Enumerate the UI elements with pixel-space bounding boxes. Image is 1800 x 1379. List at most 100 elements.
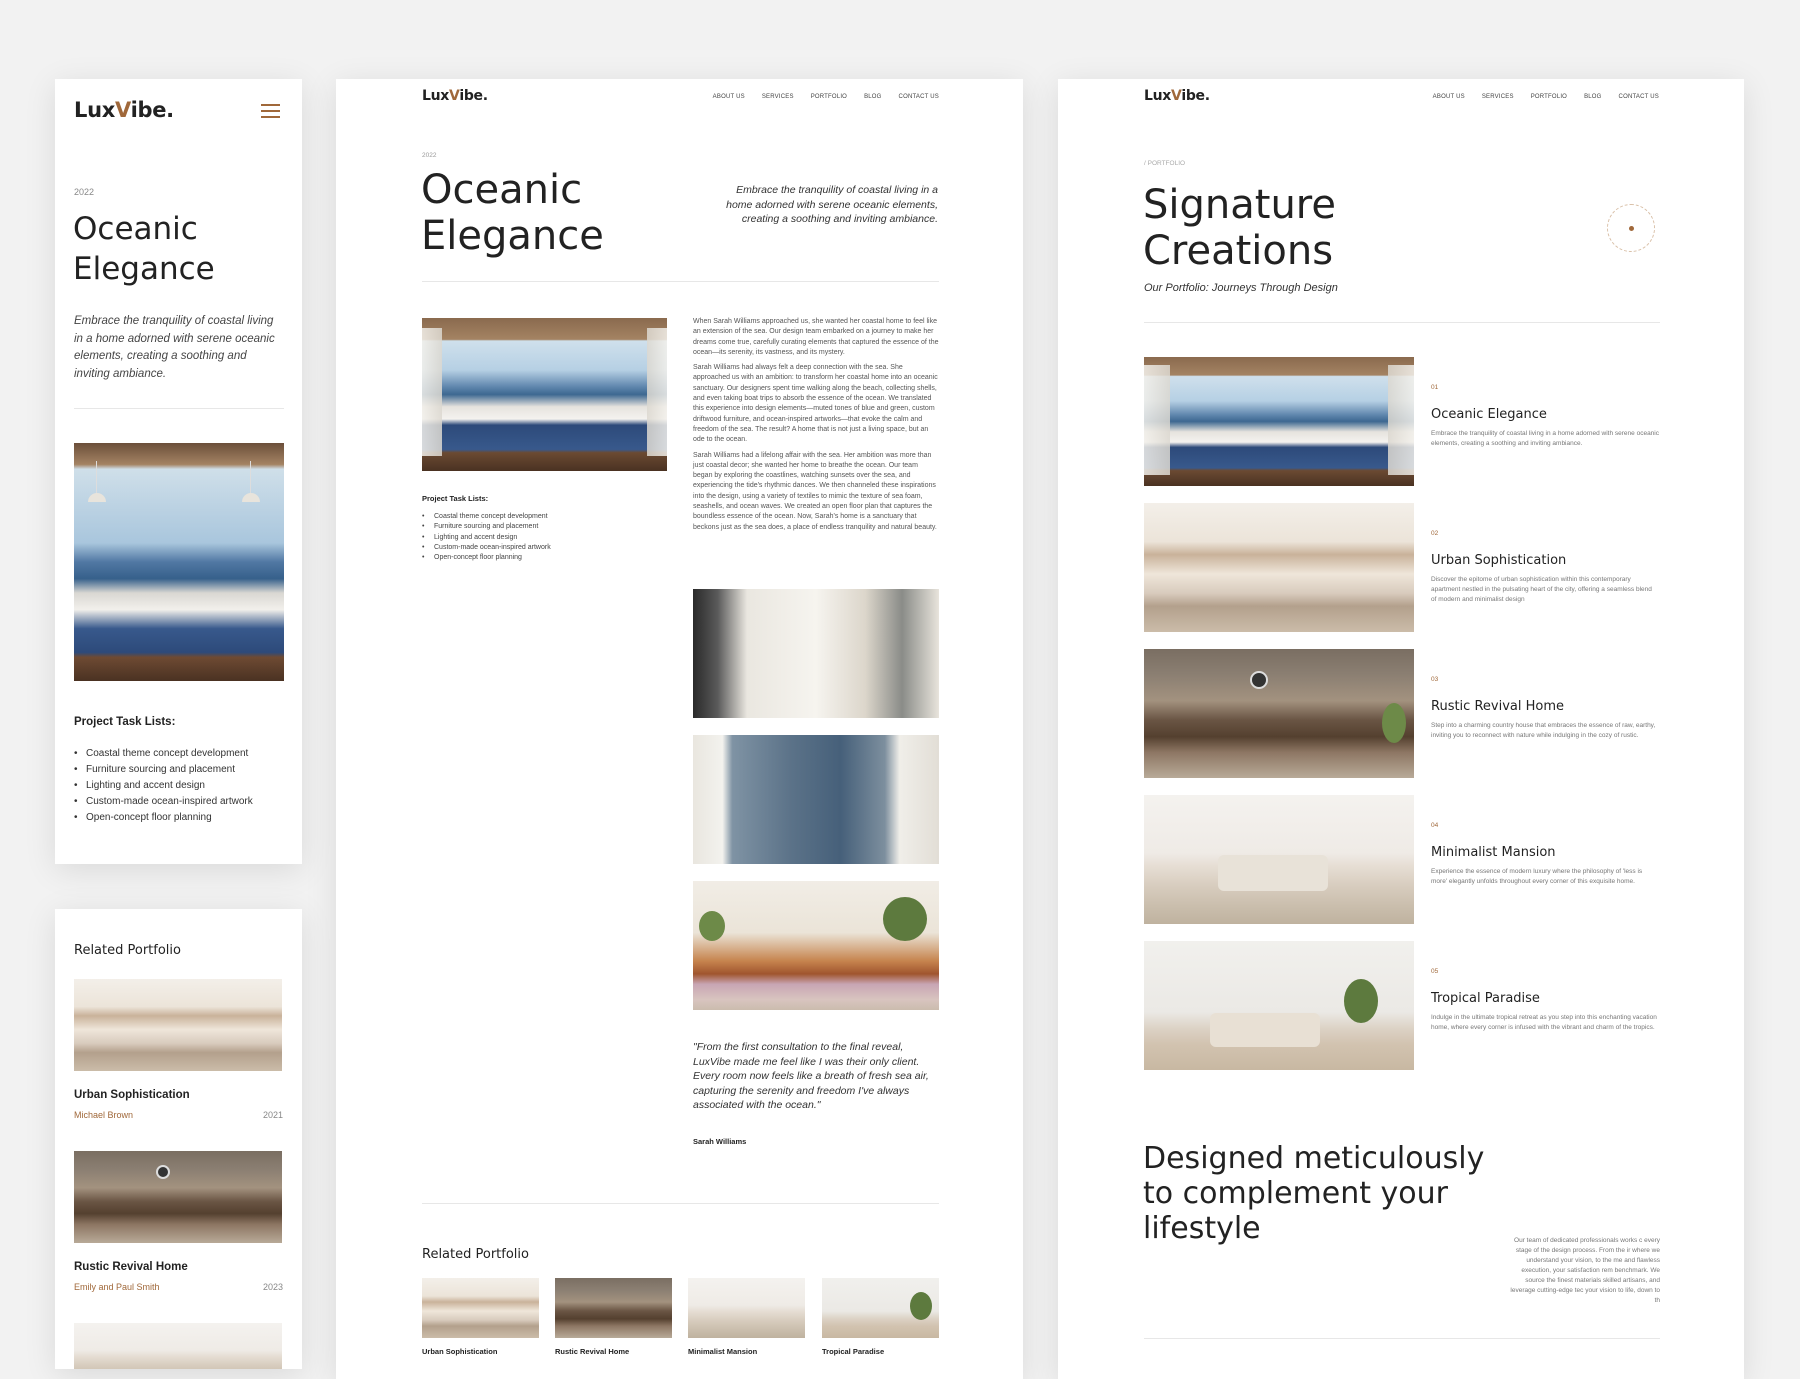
- divider: [422, 1203, 939, 1204]
- related-card-title[interactable]: Urban Sophistication: [74, 1089, 190, 1101]
- portfolio-item-number: 04: [1431, 822, 1439, 829]
- list-item: Furniture sourcing and placement: [74, 762, 253, 778]
- portfolio-item-number: 05: [1431, 968, 1439, 975]
- related-thumb[interactable]: [688, 1278, 805, 1338]
- top-nav: ABOUT US SERVICES PORTFOLIO BLOG CONTACT…: [696, 94, 939, 100]
- portfolio-item-desc: Discover the epitome of urban sophistica…: [1431, 576, 1652, 603]
- portfolio-item-desc: Embrace the tranquility of coastal livin…: [1431, 430, 1659, 447]
- tasks-heading: Project Task Lists:: [74, 716, 176, 728]
- related-card-year: 2023: [263, 1282, 284, 1292]
- portfolio-item-image[interactable]: [1144, 795, 1414, 924]
- portfolio-item-title[interactable]: Rustic Revival Home: [1431, 699, 1564, 714]
- page-title: Oceanic Elegance: [73, 211, 215, 287]
- list-item: Coastal theme concept development: [422, 512, 551, 523]
- project-intro: Embrace the tranquility of coastal livin…: [726, 184, 938, 225]
- related-card-image[interactable]: [74, 1323, 282, 1369]
- tasks-heading: Project Task Lists:: [422, 494, 489, 503]
- portfolio-item-image[interactable]: [1144, 357, 1414, 486]
- logo[interactable]: LuxVibe.: [74, 98, 174, 122]
- nav-portfolio[interactable]: PORTFOLIO: [1531, 94, 1567, 100]
- logo[interactable]: LuxVibe.: [1144, 88, 1210, 104]
- gallery-image-staircase: [693, 589, 939, 718]
- body-paragraph: Sarah Williams had a lifelong affair wit…: [693, 451, 937, 531]
- portfolio-item-image[interactable]: [1144, 649, 1414, 778]
- related-thumb[interactable]: [422, 1278, 539, 1338]
- project-year: 2022: [74, 187, 95, 197]
- list-item: Coastal theme concept development: [74, 746, 253, 762]
- project-hero-image: [422, 318, 667, 471]
- project-intro: Embrace the tranquility of coastal livin…: [74, 315, 275, 380]
- related-heading: Related Portfolio: [74, 943, 181, 958]
- related-thumb-title[interactable]: Rustic Revival Home: [555, 1347, 629, 1356]
- divider: [422, 281, 939, 282]
- related-card-author: Michael Brown: [74, 1110, 134, 1120]
- nav-about[interactable]: ABOUT US: [713, 94, 745, 100]
- gallery-image-balcony: [693, 735, 939, 864]
- breadcrumb[interactable]: / PORTFOLIO: [1144, 160, 1185, 167]
- divider: [74, 408, 284, 409]
- divider: [1144, 1338, 1660, 1339]
- related-card-year: 2021: [263, 1110, 284, 1120]
- portfolio-item-desc: Indulge in the ultimate tropical retreat…: [1431, 1014, 1657, 1031]
- portfolio-item-title[interactable]: Tropical Paradise: [1431, 991, 1540, 1006]
- mobile-project-panel: LuxVibe. 2022 Oceanic Elegance Embrace th…: [55, 79, 302, 864]
- task-list: Coastal theme concept development Furnit…: [422, 512, 551, 564]
- related-card-author: Emily and Paul Smith: [74, 1282, 160, 1292]
- cta-body: Our team of dedicated professionals work…: [1510, 1237, 1660, 1304]
- body-paragraph: When Sarah Williams approached us, she w…: [693, 318, 939, 356]
- cta-heading: Designed meticulously to complement your…: [1143, 1141, 1485, 1246]
- related-thumb[interactable]: [555, 1278, 672, 1338]
- portfolio-item-number: 01: [1431, 384, 1439, 391]
- portfolio-item-title[interactable]: Oceanic Elegance: [1431, 407, 1547, 422]
- nav-about[interactable]: ABOUT US: [1433, 94, 1465, 100]
- project-hero-image: [74, 443, 284, 681]
- hamburger-menu-icon[interactable]: [261, 104, 280, 118]
- task-list: Coastal theme concept development Furnit…: [74, 746, 253, 826]
- top-nav: ABOUT US SERVICES PORTFOLIO BLOG CONTACT…: [1416, 94, 1659, 100]
- client-quote: "From the first consultation to the fina…: [693, 1041, 929, 1112]
- related-card-title[interactable]: Rustic Revival Home: [74, 1261, 188, 1273]
- list-item: Open-concept floor planning: [74, 810, 253, 826]
- logo[interactable]: LuxVibe.: [422, 88, 488, 104]
- gallery-image-living-room: [693, 881, 939, 1010]
- mobile-related-panel: Related Portfolio Urban Sophistication M…: [55, 909, 302, 1369]
- list-item: Furniture sourcing and placement: [422, 522, 551, 533]
- design-badge-icon: [1607, 204, 1655, 252]
- project-body: When Sarah Williams approached us, she w…: [693, 317, 939, 533]
- portfolio-item-title[interactable]: Urban Sophistication: [1431, 553, 1566, 568]
- related-thumb[interactable]: [822, 1278, 939, 1338]
- related-heading: Related Portfolio: [422, 1247, 529, 1262]
- nav-blog[interactable]: BLOG: [864, 94, 881, 100]
- body-paragraph: Sarah Williams had always felt a deep co…: [693, 364, 938, 444]
- quote-author: Sarah Williams: [693, 1137, 747, 1146]
- page-title: Signature Creations: [1143, 182, 1336, 274]
- portfolio-panel: LuxVibe. ABOUT US SERVICES PORTFOLIO BLO…: [1058, 79, 1744, 1379]
- desktop-project-panel: LuxVibe. ABOUT US SERVICES PORTFOLIO BLO…: [336, 79, 1023, 1379]
- related-thumb-title[interactable]: Minimalist Mansion: [688, 1347, 757, 1356]
- nav-services[interactable]: SERVICES: [762, 94, 794, 100]
- nav-services[interactable]: SERVICES: [1482, 94, 1514, 100]
- project-year: 2022: [422, 152, 437, 159]
- related-card-image[interactable]: [74, 1151, 282, 1243]
- portfolio-item-desc: Experience the essence of modern luxury …: [1431, 868, 1643, 885]
- related-thumb-title[interactable]: Tropical Paradise: [822, 1347, 884, 1356]
- portfolio-item-title[interactable]: Minimalist Mansion: [1431, 845, 1556, 860]
- portfolio-item-image[interactable]: [1144, 503, 1414, 632]
- page-title: Oceanic Elegance: [421, 167, 604, 259]
- list-item: Lighting and accent design: [422, 533, 551, 544]
- nav-blog[interactable]: BLOG: [1584, 94, 1601, 100]
- nav-contact[interactable]: CONTACT US: [1619, 94, 1659, 100]
- portfolio-item-image[interactable]: [1144, 941, 1414, 1070]
- list-item: Lighting and accent design: [74, 778, 253, 794]
- list-item: Custom-made ocean-inspired artwork: [422, 543, 551, 554]
- related-thumb-title[interactable]: Urban Sophistication: [422, 1347, 497, 1356]
- nav-contact[interactable]: CONTACT US: [899, 94, 939, 100]
- list-item: Custom-made ocean-inspired artwork: [74, 794, 253, 810]
- page-subtitle: Our Portfolio: Journeys Through Design: [1144, 282, 1338, 294]
- related-card-image[interactable]: [74, 979, 282, 1071]
- list-item: Open-concept floor planning: [422, 553, 551, 564]
- nav-portfolio[interactable]: PORTFOLIO: [811, 94, 847, 100]
- portfolio-item-desc: Step into a charming country house that …: [1431, 722, 1656, 739]
- portfolio-item-number: 03: [1431, 676, 1439, 683]
- divider: [1144, 322, 1660, 323]
